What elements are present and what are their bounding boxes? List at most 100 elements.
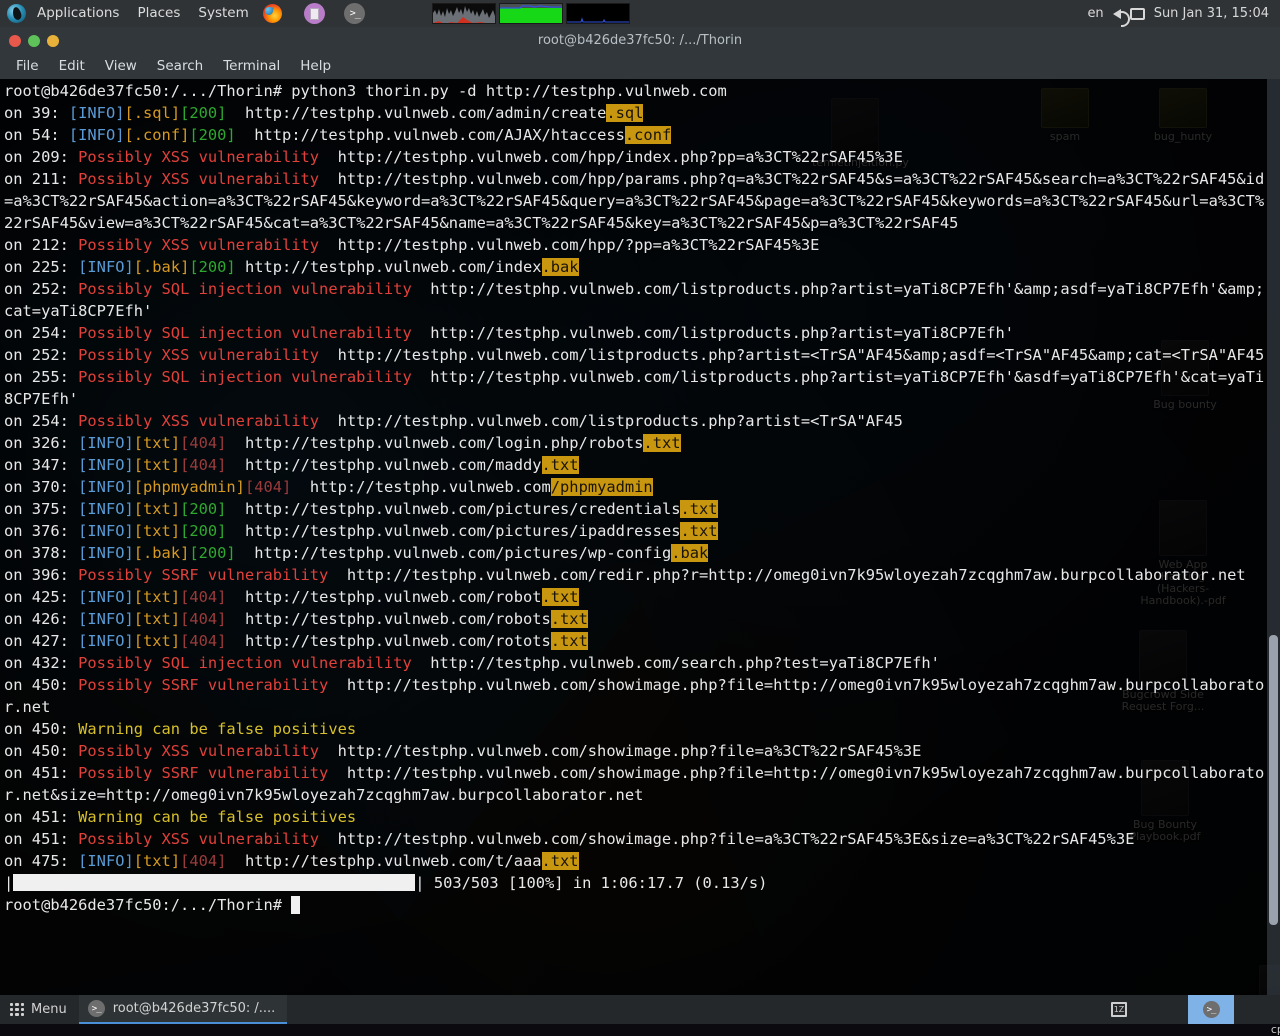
monitor-icon[interactable]	[1130, 8, 1145, 20]
log-url: http://testphp.vulnweb.com/search.php?te…	[430, 654, 940, 672]
scrollbar-thumb[interactable]	[1269, 635, 1278, 925]
window-titlebar[interactable]: root@b426de37fc50: /.../Thorin	[0, 27, 1280, 54]
tray-terminal-icon[interactable]: >_	[1188, 995, 1234, 1024]
network-monitor-icon[interactable]	[566, 3, 630, 24]
log-line-vulnerability: on 211: Possibly XSS vulnerability http:…	[4, 168, 1266, 234]
log-line-info: on 426: [INFO][txt][404] http://testphp.…	[4, 608, 1266, 630]
terminal-body[interactable]: root@b426de37fc50:/.../Thorin# python3 t…	[0, 79, 1280, 995]
log-tag: [txt]	[134, 852, 180, 870]
keyboard-layout-indicator[interactable]: en	[1087, 6, 1103, 21]
vulnerability-label: Possibly SSRF vulnerability	[78, 566, 328, 584]
log-url: http://testphp.vulnweb.com/maddy	[245, 456, 542, 474]
vulnerability-label: Possibly SSRF vulnerability	[78, 764, 328, 782]
opensuse-gecko-icon[interactable]	[7, 4, 26, 23]
log-line-vulnerability: on 450: Possibly SSRF vulnerability http…	[4, 674, 1266, 718]
log-line-info: on 225: [INFO][.bak][200] http://testphp…	[4, 256, 1266, 278]
progress-bar	[13, 874, 415, 891]
vulnerability-label: Possibly XSS vulnerability	[78, 170, 319, 188]
log-line-info: on 326: [INFO][txt][404] http://testphp.…	[4, 432, 1266, 454]
vulnerability-label: Possibly XSS vulnerability	[78, 412, 319, 430]
close-button[interactable]	[9, 35, 21, 47]
warning-label: Warning can be false positives	[78, 720, 356, 738]
window-controls	[0, 35, 59, 47]
menu-help[interactable]: Help	[290, 54, 341, 79]
log-url: http://testphp.vulnweb.com/rotots	[245, 632, 551, 650]
log-url: http://testphp.vulnweb.com/t/aaa	[245, 852, 542, 870]
log-url: http://testphp.vulnweb.com/pictures/cred…	[245, 500, 681, 518]
match-highlight: .txt	[542, 852, 579, 870]
tray-spacer	[1142, 995, 1188, 1024]
menu-search[interactable]: Search	[147, 54, 213, 79]
log-tag: [.bak]	[134, 544, 190, 562]
log-line-info: on 378: [INFO][.bak][200] http://testphp…	[4, 542, 1266, 564]
taskbar-item-terminal[interactable]: >_ root@b426de37fc50: /....	[79, 995, 288, 1024]
log-url: http://testphp.vulnweb.com/redir.php?r=h…	[347, 566, 1246, 584]
log-url: http://testphp.vulnweb.com/listproducts.…	[338, 412, 903, 430]
log-url: http://testphp.vulnweb.com/hpp/index.php…	[338, 148, 903, 166]
match-highlight: .bak	[671, 544, 708, 562]
log-line-vulnerability: on 450: Possibly XSS vulnerability http:…	[4, 740, 1266, 762]
terminal-input-line: root@b426de37fc50:/.../Thorin#	[4, 894, 1266, 916]
tray-sleep-icon[interactable]: 1Z	[1096, 995, 1142, 1024]
cpu-monitor-icon[interactable]	[432, 3, 496, 24]
panel-menu-system[interactable]: System	[189, 0, 257, 27]
terminal-scrollbar[interactable]	[1267, 79, 1280, 995]
clock[interactable]: Sun Jan 31, 15:04	[1154, 6, 1269, 21]
firefox-launcher[interactable]	[260, 3, 286, 25]
shell-prompt: root@b426de37fc50:/.../Thorin#	[4, 896, 291, 914]
panel-menu-applications[interactable]: Applications	[28, 0, 128, 27]
log-url: http://testphp.vulnweb.com/admin/create	[245, 104, 606, 122]
log-tag: [200]	[180, 500, 226, 518]
vulnerability-label: Possibly XSS vulnerability	[78, 346, 319, 364]
tray-spacer-2	[1234, 995, 1280, 1024]
log-tag: [INFO]	[78, 478, 134, 496]
menu-terminal[interactable]: Terminal	[213, 54, 290, 79]
log-line-info: on 375: [INFO][txt][200] http://testphp.…	[4, 498, 1266, 520]
menu-view[interactable]: View	[95, 54, 147, 79]
speaker-icon[interactable]	[1113, 9, 1121, 19]
chip-zzz-icon: 1Z	[1111, 1002, 1127, 1017]
log-tag: [INFO]	[78, 544, 134, 562]
log-tag: [404]	[180, 588, 226, 606]
maximize-button[interactable]	[47, 35, 59, 47]
log-url: http://testphp.vulnweb.com/robot	[245, 588, 542, 606]
start-menu-button[interactable]: Menu	[0, 995, 79, 1024]
grid-menu-icon	[10, 1003, 24, 1017]
vulnerability-label: Possibly XSS vulnerability	[78, 236, 319, 254]
log-tag: [INFO]	[78, 456, 134, 474]
terminal-launcher[interactable]: >_	[342, 3, 368, 25]
panel-menu-places[interactable]: Places	[128, 0, 189, 27]
log-url: http://testphp.vulnweb.com/hpp/?pp=a%3CT…	[338, 236, 820, 254]
log-tag: [404]	[180, 434, 226, 452]
log-line-info: on 475: [INFO][txt][404] http://testphp.…	[4, 850, 1266, 872]
log-url: http://testphp.vulnweb.com	[310, 478, 551, 496]
log-line-vulnerability: on 254: Possibly SQL injection vulnerabi…	[4, 322, 1266, 344]
memory-monitor-icon[interactable]	[499, 3, 563, 24]
vulnerability-label: Possibly XSS vulnerability	[78, 830, 319, 848]
top-panel: Applications Places System >_	[0, 0, 1280, 27]
log-url: http://testphp.vulnweb.com/pictures/ipad…	[245, 522, 681, 540]
log-tag: [INFO]	[78, 588, 134, 606]
log-tag: [INFO]	[78, 258, 134, 276]
minimize-button[interactable]	[28, 35, 40, 47]
log-tag: [txt]	[134, 434, 180, 452]
log-tag: [.bak]	[134, 258, 190, 276]
log-line-vulnerability: on 451: Possibly SSRF vulnerability http…	[4, 762, 1266, 806]
match-highlight: .txt	[680, 500, 717, 518]
log-tag: [txt]	[134, 456, 180, 474]
menu-file[interactable]: File	[6, 54, 49, 79]
log-tag: [INFO]	[78, 522, 134, 540]
text-editor-launcher[interactable]	[302, 3, 328, 25]
menubar: File Edit View Search Terminal Help	[0, 54, 1280, 79]
window-title: root@b426de37fc50: /.../Thorin	[0, 33, 1280, 48]
shell-prompt: root@b426de37fc50:/.../Thorin#	[4, 82, 282, 100]
menu-edit[interactable]: Edit	[49, 54, 95, 79]
log-tag: [404]	[180, 456, 226, 474]
log-tag: [200]	[180, 522, 226, 540]
log-line-vulnerability: on 252: Possibly XSS vulnerability http:…	[4, 344, 1266, 366]
match-highlight: .txt	[542, 456, 579, 474]
log-tag: [txt]	[134, 632, 180, 650]
panel-status-area: en Sun Jan 31, 15:04	[1087, 6, 1280, 21]
system-tray: 1Z >_	[1096, 995, 1280, 1024]
log-line-info: on 39: [INFO][.sql][200] http://testphp.…	[4, 102, 1266, 124]
